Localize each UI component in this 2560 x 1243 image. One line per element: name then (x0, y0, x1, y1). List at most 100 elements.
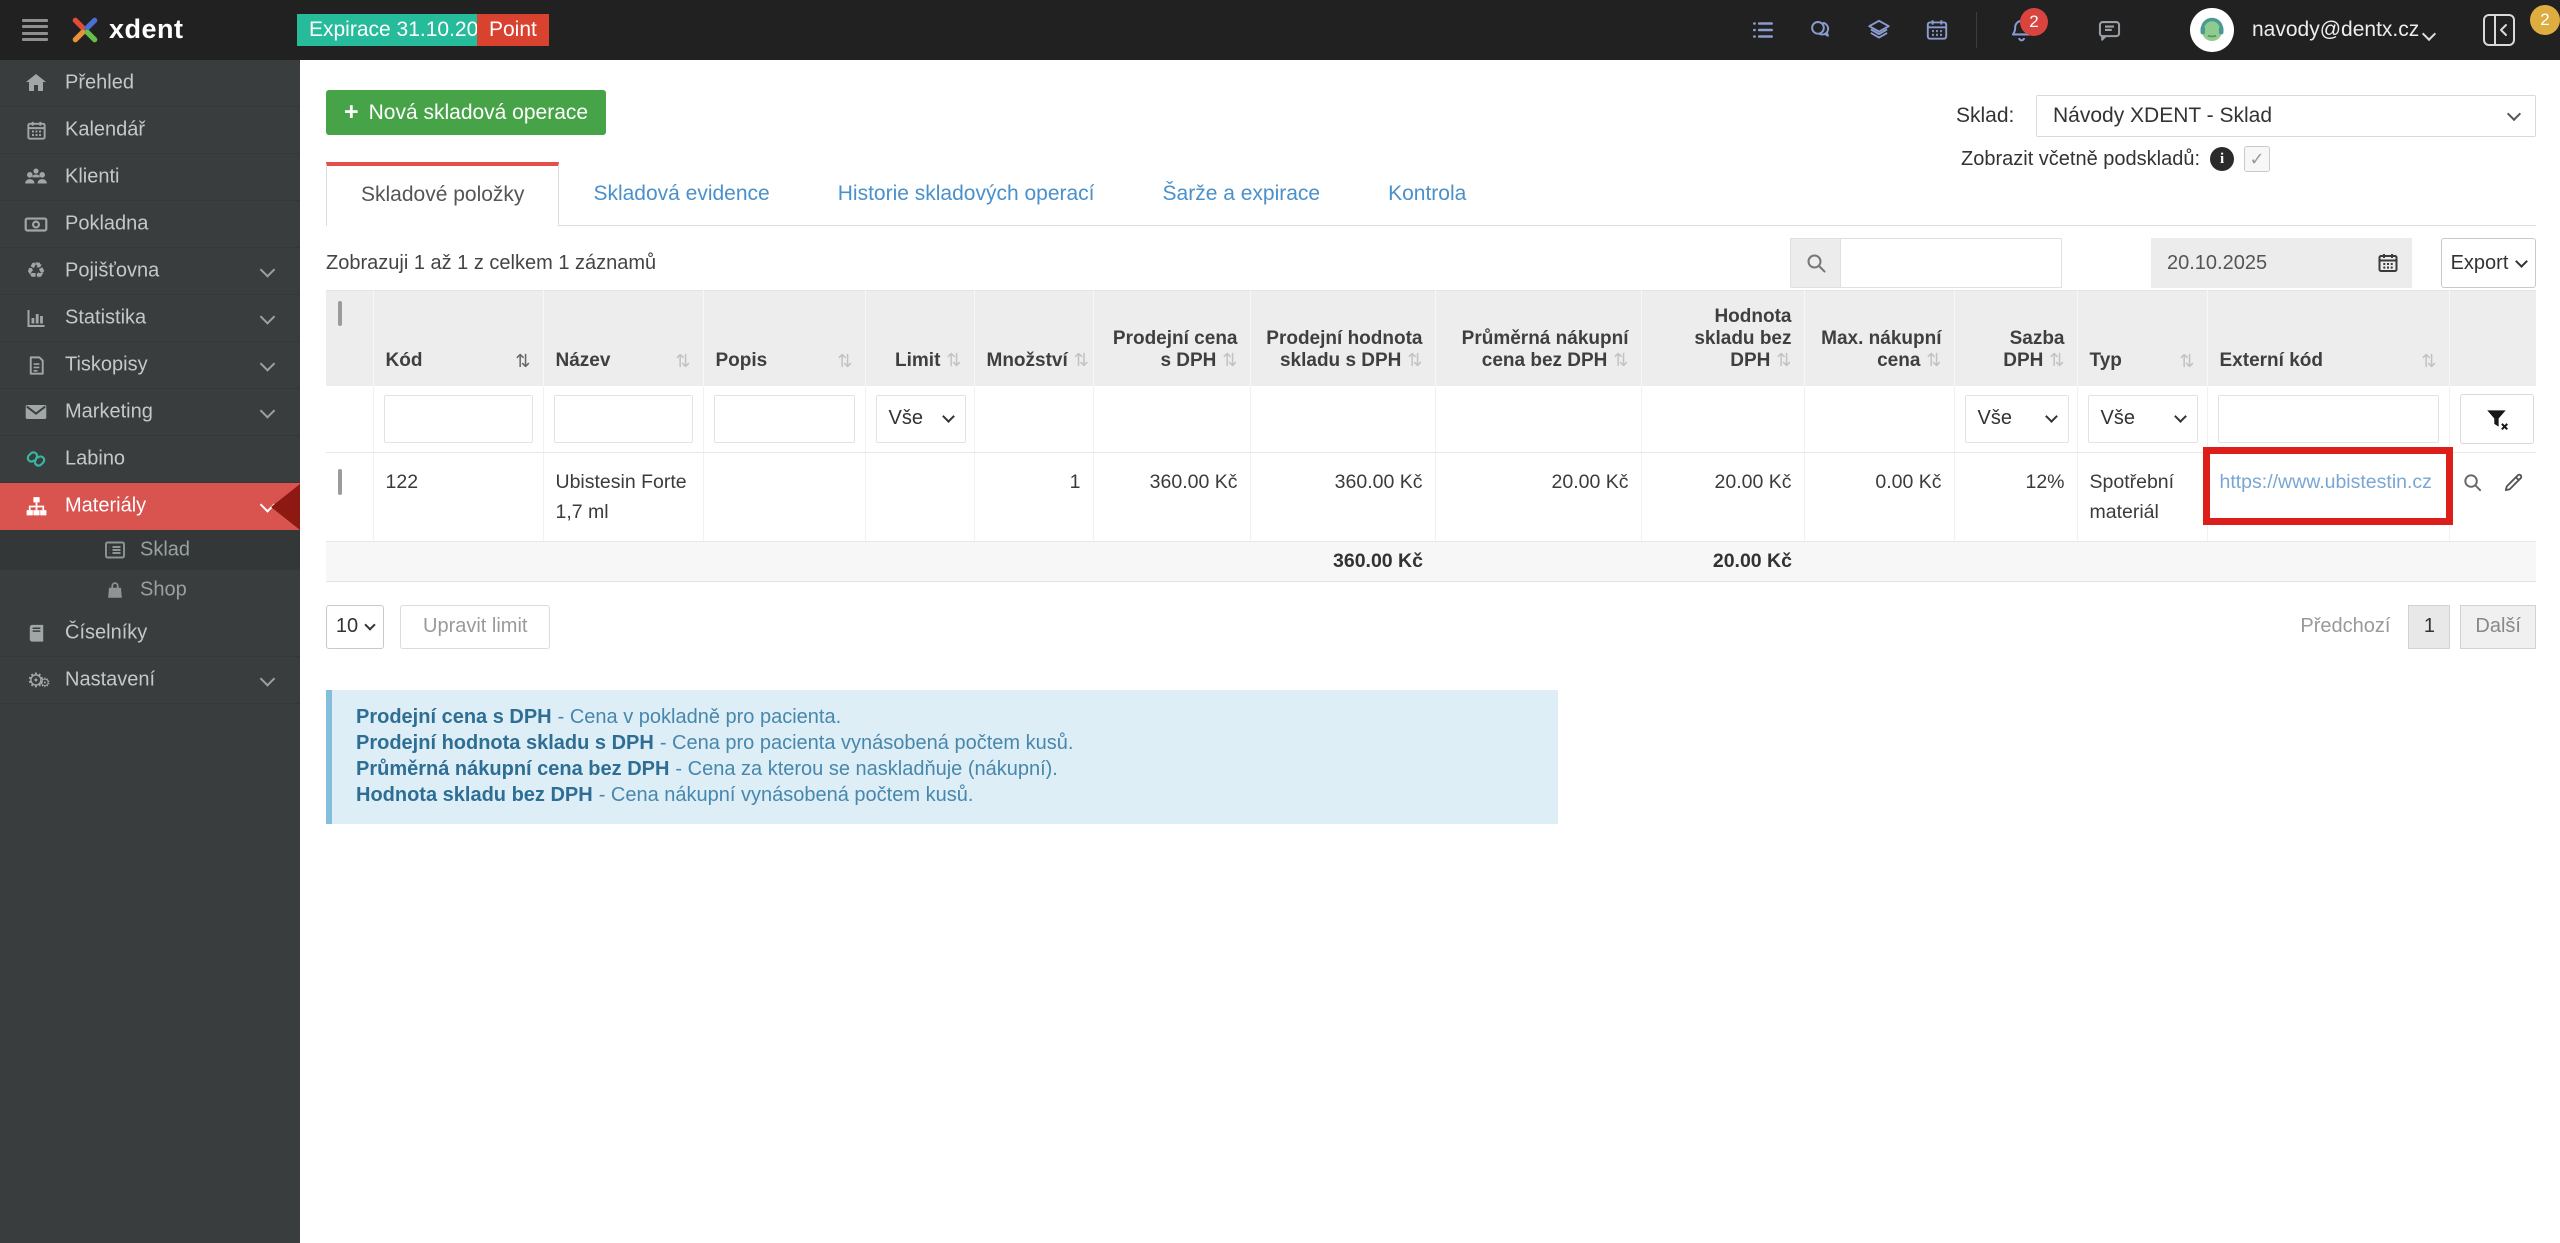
hamburger-menu-icon[interactable] (22, 19, 48, 41)
col-header-prodejni-hodnota[interactable]: Prodejní hodnota skladu s DPH ⇅ (1250, 290, 1436, 386)
message-icon[interactable] (2096, 17, 2122, 43)
sidebar-item-klienti[interactable]: Klienti (0, 154, 300, 201)
book-icon (22, 620, 50, 646)
date-field[interactable]: 20.10.2025 (2151, 238, 2412, 288)
sidebar-item-tiskopisy[interactable]: Tiskopisy (0, 342, 300, 389)
col-header-typ[interactable]: Typ ⇅ (2077, 290, 2208, 386)
page-size-select[interactable]: 10 (326, 604, 384, 649)
bar-chart-icon (22, 305, 50, 331)
col-header-popis[interactable]: Popis ⇅ (703, 290, 866, 386)
calendar-topbar-icon[interactable] (1924, 17, 1950, 43)
labino-link-icon (22, 446, 50, 472)
filter-input-kod[interactable] (383, 394, 533, 443)
sidebar-item-ciselniky[interactable]: Číselníky (0, 610, 300, 657)
col-header-nazev[interactable]: Název ⇅ (543, 290, 704, 386)
new-stock-operation-button[interactable]: + Nová skladová operace (326, 90, 607, 135)
export-button[interactable]: Export (2441, 238, 2536, 288)
tab-historie-skladovych-operaci[interactable]: Historie skladových operací (804, 162, 1129, 225)
next-page-button[interactable]: Další (2460, 604, 2536, 649)
cell-max-nakupni: 0.00 Kč (1804, 452, 1955, 542)
col-header-hodnota-skladu[interactable]: Hodnota skladu bez DPH ⇅ (1641, 290, 1805, 386)
external-code-link[interactable]: https://www.ubistestin.cz (2220, 471, 2432, 493)
notification-badge[interactable]: 2 (2020, 8, 2048, 36)
sort-icon: ⇅ (675, 350, 691, 372)
list-menu-icon[interactable] (1750, 17, 1776, 43)
avatar[interactable] (2190, 8, 2234, 52)
row-checkbox[interactable] (338, 468, 342, 495)
sidebar-subitem-shop[interactable]: Shop (0, 570, 300, 610)
previous-page-button[interactable]: Předchozí (2300, 615, 2390, 638)
sort-icon: ⇅ (2179, 350, 2195, 372)
collapse-panel-icon[interactable] (2482, 12, 2516, 48)
tab-kontrola[interactable]: Kontrola (1354, 162, 1500, 225)
filter-input-externi-kod[interactable] (2217, 394, 2439, 443)
summary-prodejni-hodnota: 360.00 Kč (1250, 540, 1435, 582)
topbar-divider (1976, 12, 1977, 48)
page-number-button[interactable]: 1 (2408, 604, 2451, 649)
edit-limit-button[interactable]: Upravit limit (400, 604, 551, 649)
select-all-checkbox[interactable] (338, 301, 342, 326)
col-header-sazba-dph[interactable]: Sazba DPH ⇅ (1954, 290, 2078, 386)
col-header-kod[interactable]: Kód ⇅ (373, 290, 544, 386)
col-header-mnozstvi[interactable]: Množství ⇅ (974, 290, 1094, 386)
sidebar-item-pojistovna[interactable]: ♻ Pojišťovna (0, 248, 300, 295)
tab-sarze-a-expirace[interactable]: Šarže a expirace (1129, 162, 1355, 225)
row-edit-pencil-icon[interactable] (2502, 471, 2525, 494)
info-icon[interactable]: i (2210, 147, 2235, 171)
col-header-prumerna-nakupni[interactable]: Průměrná nákupní cena bez DPH ⇅ (1435, 290, 1642, 386)
sidebar-subitem-sklad[interactable]: Sklad (0, 530, 300, 570)
col-header-externi-kod[interactable]: Externí kód ⇅ (2207, 290, 2450, 386)
header-row: Kód ⇅ Název ⇅ Popis ⇅ Limit ⇅ Množství ⇅ Prod… (326, 290, 2536, 386)
chevron-down-icon (259, 497, 276, 513)
cell-hodnota-skladu: 20.00 Kč (1641, 452, 1805, 542)
search-input[interactable] (1840, 238, 2062, 288)
filter-input-popis[interactable] (713, 394, 855, 443)
sort-icon: ⇅ (946, 349, 962, 371)
warehouse-select[interactable]: Návody XDENT - Sklad (2036, 95, 2536, 137)
sidebar-item-prehled[interactable]: Přehled (0, 60, 300, 107)
filter-select-typ[interactable]: Vše (2087, 394, 2198, 443)
users-icon (22, 164, 50, 190)
summary-row: 360.00 Kč 20.00 Kč (326, 540, 2536, 582)
sidebar-item-statistika[interactable]: Statistika (0, 295, 300, 342)
recycle-icon: ♻ (26, 258, 46, 284)
tab-skladove-polozky[interactable]: Skladové položky (326, 162, 560, 226)
layers-icon[interactable] (1866, 17, 1892, 43)
chevron-down-icon[interactable] (2421, 26, 2437, 44)
warehouse-label: Sklad: (1956, 104, 2015, 127)
row-search-icon[interactable] (2461, 471, 2484, 494)
tab-skladova-evidence[interactable]: Skladová evidence (559, 162, 803, 225)
filter-row: Vše Vše Vše (326, 385, 2536, 453)
user-email[interactable]: navody@dentx.cz (2252, 0, 2419, 60)
calendar-icon (22, 117, 50, 143)
sort-icon: ⇅ (837, 350, 853, 372)
sidebar-item-nastaveni[interactable]: ⚙ ⚙ Nastavení (0, 657, 300, 704)
chevron-down-icon (259, 262, 276, 278)
sidebar-item-kalendar[interactable]: Kalendář (0, 107, 300, 154)
table-row: 122 Ubistesin Forte 1,7 ml 1 360.00 Kč 3… (326, 452, 2536, 542)
filter-select-limit[interactable]: Vše (875, 394, 966, 443)
legend-line: Hodnota skladu bez DPH - Cena nákupní vyn… (356, 783, 974, 806)
sidebar-item-marketing[interactable]: Marketing (0, 389, 300, 436)
sidebar-item-pokladna[interactable]: Pokladna (0, 201, 300, 248)
cell-externi-kod: https://www.ubistestin.cz (2207, 452, 2450, 542)
sidebar-item-materialy[interactable]: Materiály (0, 483, 300, 530)
chevron-down-icon (259, 403, 276, 419)
chevron-down-icon (259, 309, 276, 325)
subwarehouse-checkbox[interactable]: ✓ (2244, 146, 2271, 172)
corner-counter-badge[interactable]: 2 (2530, 5, 2560, 35)
chat-icon[interactable] (1808, 17, 1834, 43)
filter-input-nazev[interactable] (553, 394, 693, 443)
col-header-max-nakupni[interactable]: Max. nákupní cena ⇅ (1804, 290, 1955, 386)
filter-select-sazba-dph[interactable]: Vše (1964, 394, 2069, 443)
brand-logo[interactable]: xdent (70, 14, 184, 45)
list-box-icon (102, 538, 128, 562)
cell-sazba-dph: 12% (1954, 452, 2078, 542)
clear-filter-button[interactable] (2459, 393, 2534, 444)
cell-limit (865, 452, 975, 542)
col-header-limit[interactable]: Limit ⇅ (865, 290, 975, 386)
col-header-prodejni-cena[interactable]: Prodejní cena s DPH ⇅ (1093, 290, 1251, 386)
sidebar-item-labino[interactable]: Labino (0, 436, 300, 483)
calendar-field-icon[interactable] (2376, 251, 2400, 275)
pagination-bar: 10 Upravit limit Předchozí 1 Další (326, 604, 2536, 650)
